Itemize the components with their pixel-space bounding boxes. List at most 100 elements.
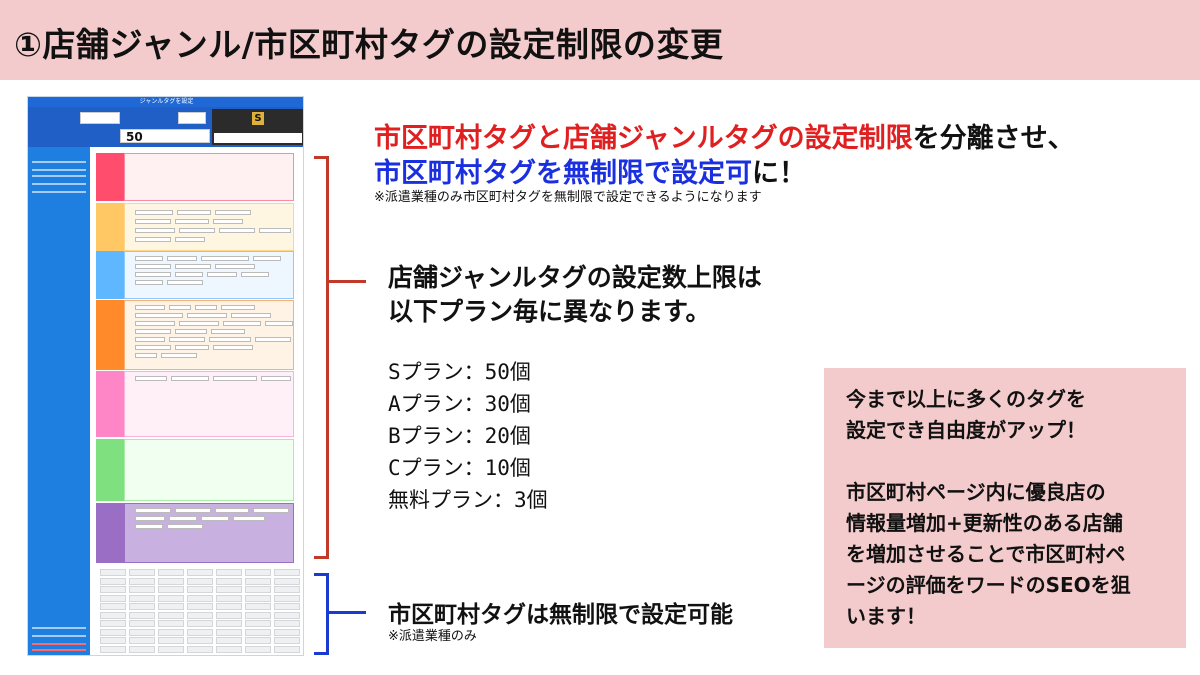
plan-item: Aプラン：30個 [388,392,531,416]
screenshot-city-tag-cell [100,577,126,585]
screenshot-city-tag-cell [274,569,300,576]
screenshot-city-tag-cell [158,620,184,627]
screenshot-city-tag-cell [245,594,271,602]
screenshot-category-green [96,439,294,501]
screenshot-sidebar-line [32,191,86,193]
screenshot-city-tag-cell [100,586,126,593]
screenshot-sidebar-line [32,627,86,629]
screenshot-category-purple [96,503,294,563]
screenshot-city-tag-cell [158,637,184,644]
screenshot-header: ジャンルタグを設定 [28,97,303,107]
screenshot-city-tag-cell [158,645,184,653]
page-title: ①店舗ジャンル/市区町村タグの設定制限の変更 [14,25,724,64]
screenshot-city-tag-cell [100,620,126,627]
screenshot-city-tag-cell [216,577,242,585]
screenshot-input-box [178,112,206,124]
headline-blue-text: 市区町村タグを無制限で設定可 [374,158,752,189]
tag-settings-screenshot: ジャンルタグを設定 50 S [27,96,304,656]
screenshot-plan-bar [214,133,302,143]
plan-item: Cプラン：10個 [388,456,531,480]
screenshot-city-tag-cell [216,637,242,644]
screenshot-stats-panel: 50 S [28,107,303,147]
blue-bracket-pointer [328,611,366,614]
screenshot-city-tag-cell [187,620,213,627]
screenshot-city-tag-cell [100,594,126,602]
screenshot-city-tag-cell [158,586,184,593]
city-unlimited-text: 市区町村タグは無制限で設定可能 [388,602,733,628]
screenshot-city-tag-cell [245,645,271,653]
screenshot-city-tag-cell [187,577,213,585]
screenshot-city-tag-cell [216,645,242,653]
benefit-text: 今まで以上に多くのタグを 設定でき自由度がアップ！ 市区町村ページ内に優良店の … [846,387,1131,628]
screenshot-city-tag-cell [187,611,213,619]
screenshot-city-tag-cell [158,569,184,576]
screenshot-city-tag-cell [158,577,184,585]
plan-item: Sプラン：50個 [388,360,531,384]
city-unlimited-note: ※派遣業種のみ [388,629,477,644]
screenshot-city-tag-cell [216,586,242,593]
headline-black-text: を分離させ、 [912,123,1075,154]
screenshot-city-tag-cell [245,620,271,627]
screenshot-city-tag-cell [274,637,300,644]
screenshot-city-tag-cell [245,611,271,619]
screenshot-city-tag-grid [96,567,302,655]
screenshot-city-tag-cell [274,620,300,627]
screenshot-city-tag-cell [274,628,300,636]
red-bracket-pointer [328,280,366,283]
screenshot-city-tag-cell [158,628,184,636]
screenshot-tag-count: 50 [126,130,143,144]
screenshot-city-tag-cell [100,603,126,610]
screenshot-category-orange [96,300,294,370]
screenshot-city-tag-cell [158,603,184,610]
screenshot-city-tag-cell [129,645,155,653]
screenshot-city-tag-cell [245,637,271,644]
headline-line-1: 市区町村タグと店舗ジャンルタグの設定制限を分離させ、 [374,116,1075,155]
screenshot-city-tag-cell [187,594,213,602]
screenshot-city-tag-cell [216,620,242,627]
screenshot-city-tag-cell [187,637,213,644]
red-bracket-bottom [314,556,329,559]
screenshot-city-tag-cell [100,611,126,619]
screenshot-city-tag-cell [129,620,155,627]
screenshot-city-tag-cell [245,628,271,636]
screenshot-input-box [80,112,120,124]
screenshot-category-red [96,153,294,201]
screenshot-sidebar-line [32,175,86,177]
screenshot-sidebar [28,147,90,655]
screenshot-city-tag-cell [216,628,242,636]
screenshot-sidebar-line [32,161,86,163]
benefit-box: 今まで以上に多くのタグを 設定でき自由度がアップ！ 市区町村ページ内に優良店の … [824,368,1186,648]
screenshot-city-tag-cell [187,603,213,610]
headline-line-2: 市区町村タグを無制限で設定可に！ [374,151,806,190]
screenshot-plan-letter: S [252,112,264,125]
screenshot-sidebar-line [32,643,86,645]
screenshot-city-tag-cell [274,611,300,619]
screenshot-city-tag-cell [129,603,155,610]
genre-limit-line-1: 店舗ジャンルタグの設定数上限は [388,263,762,292]
headline-note: ※派遣業種のみ市区町村タグを無制限で設定できるようになります [374,190,762,205]
title-bar: ①店舗ジャンル/市区町村タグの設定制限の変更 [0,0,1200,80]
screenshot-plan-box: S [212,109,303,145]
screenshot-sidebar-line [32,649,86,651]
screenshot-city-tag-cell [245,603,271,610]
screenshot-city-tag-cell [100,569,126,576]
screenshot-category-pink [96,371,294,437]
screenshot-city-tag-cell [129,611,155,619]
headline-red-text: 市区町村タグと店舗ジャンルタグの設定制限 [374,123,913,154]
screenshot-city-tag-cell [129,628,155,636]
screenshot-city-tag-cell [100,645,126,653]
screenshot-city-tag-cell [187,645,213,653]
screenshot-category-blue [96,251,294,299]
screenshot-sidebar-line [32,169,86,171]
screenshot-city-tag-cell [187,569,213,576]
screenshot-city-tag-cell [274,586,300,593]
screenshot-city-tag-cell [129,594,155,602]
screenshot-city-tag-cell [158,594,184,602]
screenshot-city-tag-cell [129,569,155,576]
screenshot-city-tag-cell [129,637,155,644]
screenshot-tag-count-box: 50 [120,129,210,144]
screenshot-city-tag-cell [245,569,271,576]
screenshot-city-tag-cell [100,637,126,644]
blue-bracket [326,575,329,654]
plan-item: 無料プラン：3個 [388,488,548,512]
